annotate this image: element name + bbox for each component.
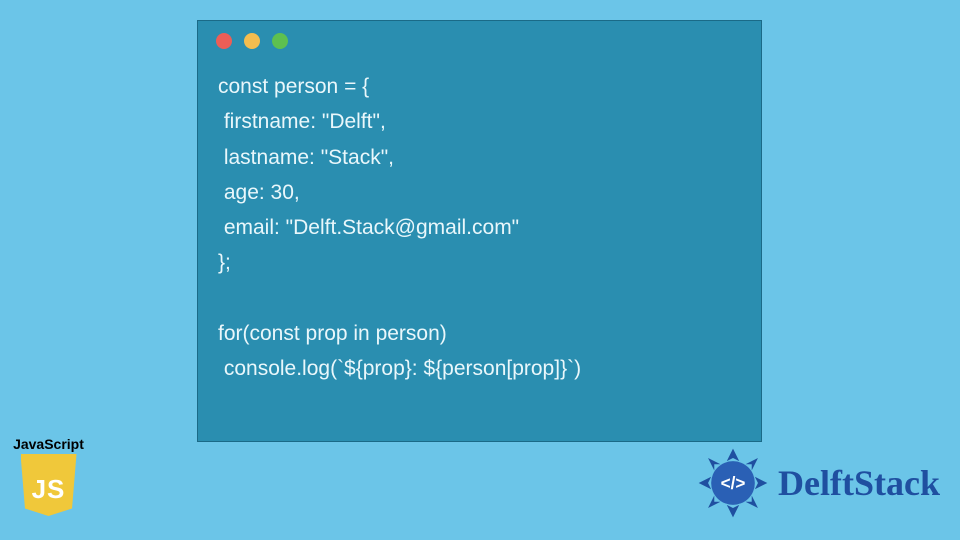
code-line: lastname: "Stack", bbox=[218, 146, 394, 169]
delftstack-medallion-icon: </> bbox=[694, 444, 772, 522]
code-window: const person = { firstname: "Delft", las… bbox=[197, 20, 762, 442]
badge-logo-text: JS bbox=[32, 474, 66, 505]
javascript-badge: JavaScript JS bbox=[6, 436, 91, 516]
minimize-icon bbox=[244, 33, 260, 49]
code-line: console.log(`${prop}: ${person[prop]}`) bbox=[218, 357, 581, 380]
javascript-shield-icon: JS bbox=[21, 454, 77, 516]
window-titlebar bbox=[198, 21, 761, 61]
code-line: age: 30, bbox=[218, 181, 300, 204]
code-line: const person = { bbox=[218, 75, 369, 98]
close-icon bbox=[216, 33, 232, 49]
code-line: email: "Delft.Stack@gmail.com" bbox=[218, 216, 519, 239]
badge-label: JavaScript bbox=[6, 436, 91, 452]
code-line: firstname: "Delft", bbox=[218, 110, 386, 133]
code-line: for(const prop in person) bbox=[218, 322, 447, 345]
brand-logo: </> DelftStack bbox=[694, 444, 940, 522]
code-block: const person = { firstname: "Delft", las… bbox=[198, 61, 761, 406]
maximize-icon bbox=[272, 33, 288, 49]
code-line: }; bbox=[218, 251, 231, 274]
svg-text:</>: </> bbox=[721, 473, 746, 493]
brand-text: DelftStack bbox=[778, 462, 940, 504]
